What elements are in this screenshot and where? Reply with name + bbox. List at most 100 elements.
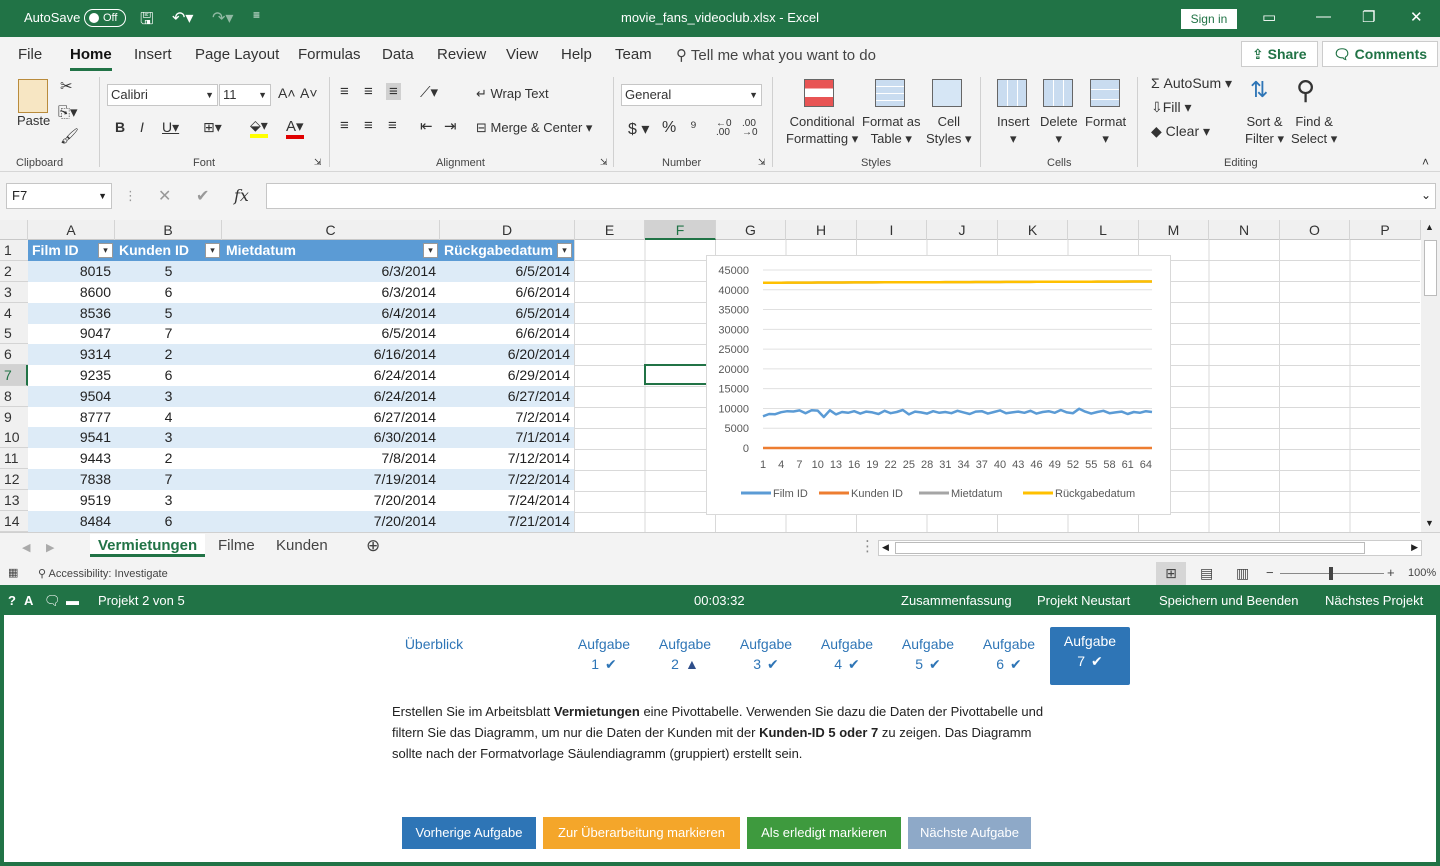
cancel-entry-icon[interactable]: ✕ [158, 186, 171, 206]
table-cell[interactable]: 7838 [28, 469, 115, 490]
column-header-a[interactable]: A [28, 220, 115, 240]
table-cell[interactable]: 7/1/2014 [440, 427, 574, 448]
tab-file[interactable]: File [18, 46, 42, 63]
font-dialog-launcher-icon[interactable]: ⇲ [314, 157, 322, 168]
underline-icon[interactable]: U▾ [162, 119, 179, 136]
insert-cells-icon[interactable] [997, 79, 1027, 107]
previous-task-button[interactable]: Vorherige Aufgabe [402, 817, 536, 849]
row-header[interactable]: 8 [0, 385, 28, 407]
mark-complete-button[interactable]: Als erledigt markieren [747, 817, 901, 849]
column-header-g[interactable]: G [716, 220, 786, 240]
find-select-icon[interactable]: ⚲ [1296, 75, 1315, 106]
sheet-tab-filme[interactable]: Filme [218, 537, 255, 554]
table-cell[interactable]: 8484 [28, 511, 115, 532]
table-cell[interactable]: 7/2/2014 [440, 407, 574, 428]
zoom-out-icon[interactable]: − [1266, 565, 1274, 580]
orientation-icon[interactable]: ⟋▾ [420, 83, 438, 101]
table-cell[interactable]: 6/30/2014 [222, 427, 440, 448]
column-header-b[interactable]: B [115, 220, 222, 240]
delete-cells-button[interactable]: Delete ▾ [1040, 113, 1078, 147]
table-cell[interactable]: 6 [115, 511, 222, 532]
prev-sheet-icon[interactable]: ◀ [22, 541, 30, 554]
ribbon-display-icon[interactable]: ▭ [1262, 8, 1276, 26]
scroll-left-icon[interactable]: ◀ [882, 542, 889, 553]
fill-color-icon[interactable]: ⬙▾ [250, 117, 268, 138]
table-cell[interactable]: 9314 [28, 344, 115, 365]
task-tab-6[interactable]: Aufgabe 6 ✔ [969, 627, 1049, 685]
zoom-in-icon[interactable]: + [1387, 565, 1395, 580]
sort-filter-button[interactable]: Sort & Filter ▾ [1245, 113, 1284, 147]
alignment-dialog-launcher-icon[interactable]: ⇲ [600, 157, 608, 168]
task-tab-4[interactable]: Aufgabe 4 ✔ [807, 627, 887, 685]
row-header[interactable]: 2 [0, 261, 28, 282]
summary-link[interactable]: Zusammenfassung [901, 593, 1012, 608]
confirm-entry-icon[interactable]: ✔ [196, 186, 209, 206]
column-header-i[interactable]: I [857, 220, 927, 240]
row-header[interactable]: 7 [0, 365, 28, 386]
increase-font-icon[interactable]: A˄ [278, 85, 296, 101]
decrease-indent-icon[interactable]: ⇤ [420, 117, 433, 135]
restore-icon[interactable]: ❐ [1362, 8, 1375, 26]
table-cell[interactable]: 9519 [28, 490, 115, 511]
horizontal-scrollbar[interactable]: ◀ ▶ [878, 540, 1422, 556]
paste-button[interactable]: Paste [17, 113, 50, 128]
select-all-corner[interactable] [0, 220, 28, 240]
table-cell[interactable]: 6/5/2014 [440, 303, 574, 324]
task-tab-2[interactable]: Aufgabe 2 ▲ [645, 627, 725, 685]
column-header-h[interactable]: H [786, 220, 857, 240]
column-header-m[interactable]: M [1139, 220, 1209, 240]
column-header-p[interactable]: P [1350, 220, 1421, 240]
delete-cells-icon[interactable] [1043, 79, 1073, 107]
table-cell[interactable]: 3 [115, 490, 222, 511]
table-cell[interactable]: 7/21/2014 [440, 511, 574, 532]
table-cell[interactable]: 6/24/2014 [222, 386, 440, 407]
column-header-o[interactable]: O [1280, 220, 1350, 240]
row-header[interactable]: 10 [0, 427, 28, 449]
sign-in-button[interactable]: Sign in [1181, 9, 1237, 29]
column-header-k[interactable]: K [998, 220, 1068, 240]
insert-cells-button[interactable]: Insert ▾ [997, 113, 1030, 147]
sheet-tab-vermietungen[interactable]: Vermietungen [90, 534, 206, 557]
font-size-icon[interactable]: A [24, 593, 33, 608]
task-tab-1[interactable]: Aufgabe 1 ✔ [564, 627, 644, 685]
row-header[interactable]: 13 [0, 489, 28, 511]
spreadsheet-grid[interactable]: ABCDEFGHIJKLMNOP 1 Film ID ▾ Kunden ID ▾ Miet… [0, 220, 1440, 532]
table-cell[interactable]: 7 [115, 469, 222, 490]
row-header[interactable]: 9 [0, 406, 28, 428]
table-cell[interactable]: 6/5/2014 [440, 261, 574, 282]
format-painter-icon[interactable]: 🖌 [60, 127, 79, 145]
restart-project-link[interactable]: Projekt Neustart [1037, 593, 1130, 608]
table-cell[interactable]: 6/24/2014 [222, 365, 440, 386]
tab-help[interactable]: Help [561, 46, 592, 63]
row-header[interactable]: 4 [0, 302, 28, 324]
cell-styles-button[interactable]: Cell Styles ▾ [926, 113, 972, 147]
sort-filter-icon[interactable]: ⇅ [1250, 77, 1268, 103]
help-icon[interactable]: ? [8, 593, 16, 608]
filter-dropdown-icon[interactable]: ▾ [205, 243, 220, 258]
horizontal-scroll-thumb[interactable] [895, 542, 1365, 554]
table-cell[interactable]: 8777 [28, 407, 115, 428]
table-cell[interactable]: 3 [115, 386, 222, 407]
table-cell[interactable]: 7/22/2014 [440, 469, 574, 490]
name-box[interactable]: F7 ▼ [6, 183, 112, 209]
table-cell[interactable]: 6/5/2014 [222, 323, 440, 344]
filter-dropdown-icon[interactable]: ▾ [423, 243, 438, 258]
column-header-f[interactable]: F [645, 220, 716, 240]
font-name-select[interactable]: Calibri ▼ [107, 84, 218, 106]
macro-record-icon[interactable]: ▦ [8, 566, 18, 579]
align-center-icon[interactable]: ≡ [364, 117, 373, 134]
tab-view[interactable]: View [506, 46, 538, 63]
column-header-d[interactable]: D [440, 220, 575, 240]
align-left-icon[interactable]: ≡ [340, 117, 349, 134]
currency-icon[interactable]: $ ▾ [628, 119, 649, 139]
close-icon[interactable]: ✕ [1410, 8, 1423, 26]
collapse-ribbon-icon[interactable]: ˄ [1422, 155, 1429, 169]
insert-function-icon[interactable]: fx [234, 186, 249, 205]
table-cell[interactable]: 7/20/2014 [222, 511, 440, 532]
decrease-font-icon[interactable]: A˅ [300, 85, 318, 101]
table-cell[interactable]: 6/3/2014 [222, 261, 440, 282]
active-cell-f7[interactable] [644, 364, 715, 385]
table-cell[interactable]: 6/4/2014 [222, 303, 440, 324]
table-cell[interactable]: 6/3/2014 [222, 282, 440, 303]
vertical-scrollbar[interactable]: ▲ ▼ [1421, 220, 1440, 532]
